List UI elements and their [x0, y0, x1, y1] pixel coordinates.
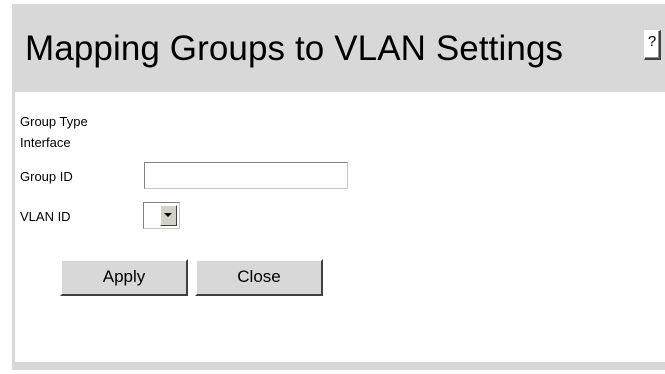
- page: Mapping Groups to VLAN Settings ? Group …: [0, 0, 665, 374]
- form-area: [15, 92, 665, 362]
- vlan-id-select[interactable]: [143, 202, 180, 229]
- page-title: Mapping Groups to VLAN Settings: [25, 29, 564, 68]
- chevron-down-icon[interactable]: [160, 205, 177, 226]
- group-id-input[interactable]: [144, 162, 348, 189]
- close-button[interactable]: Close: [195, 259, 323, 296]
- vlan-id-label: VLAN ID: [20, 209, 71, 224]
- help-button[interactable]: ?: [644, 30, 661, 60]
- interface-label: Interface: [20, 135, 71, 150]
- group-type-label: Group Type: [20, 114, 88, 129]
- apply-button[interactable]: Apply: [60, 259, 188, 296]
- group-id-label: Group ID: [20, 169, 73, 184]
